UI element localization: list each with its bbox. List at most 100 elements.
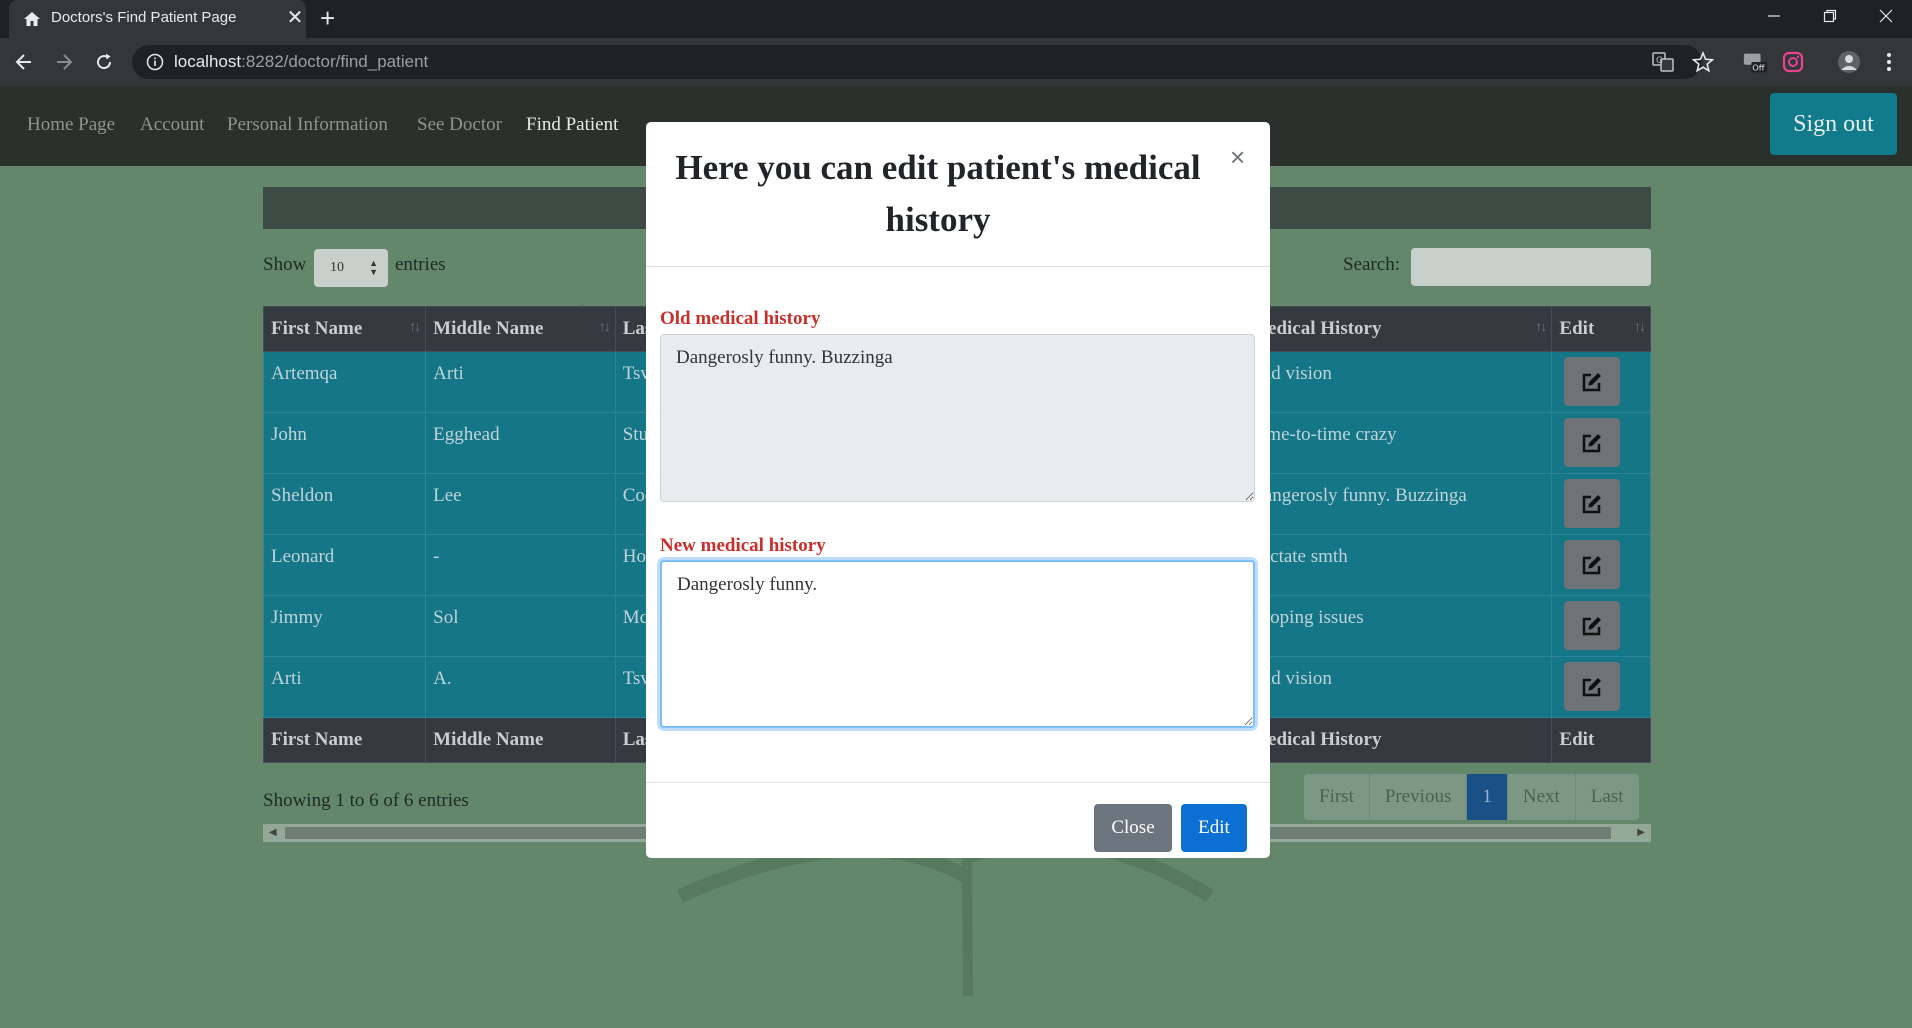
translate-icon[interactable]: G <box>1650 49 1676 75</box>
modal-close-icon[interactable]: × <box>1230 142 1245 173</box>
cell-edit <box>1551 595 1651 657</box>
pagination: First Previous 1 Next Last <box>1304 774 1639 820</box>
bookmark-star-icon[interactable] <box>1690 49 1716 75</box>
edit-pencil-icon <box>1583 433 1602 452</box>
page-content: Home Page Account Personal Information S… <box>0 86 1912 1028</box>
select-arrows-icon: ▲ ▼ <box>369 258 378 277</box>
reload-icon[interactable] <box>90 48 118 76</box>
restore-icon[interactable] <box>1802 0 1858 32</box>
cell-middle-name: Arti <box>425 351 616 413</box>
cell-first-name: Sheldon <box>262 473 427 535</box>
cell-medical-history: Pooping issues <box>1242 595 1553 657</box>
edit-pencil-icon <box>1583 372 1602 391</box>
tab-close-icon[interactable]: ✕ <box>283 5 307 31</box>
footer-medical-history: Medical History <box>1242 717 1553 763</box>
modal-header: Here you can edit patient's medical hist… <box>646 122 1270 267</box>
cell-edit <box>1551 656 1651 718</box>
new-tab-icon[interactable]: + <box>320 3 335 33</box>
sort-icon: ↑↓ <box>1535 320 1547 335</box>
page-length-select[interactable]: 10 ▲ ▼ <box>314 249 388 287</box>
address-bar[interactable]: localhost:8282/doctor/find_patient <box>132 45 1702 79</box>
edit-pencil-icon <box>1583 616 1602 635</box>
search-label: Search: <box>1343 254 1400 275</box>
old-history-textarea <box>660 334 1255 502</box>
cell-middle-name: Egghead <box>425 412 616 474</box>
edit-row-button[interactable] <box>1564 418 1621 467</box>
scroll-right-icon[interactable]: ▶ <box>1637 827 1645 838</box>
col-edit[interactable]: Edit ↑↓ <box>1551 306 1651 352</box>
tab-title: Doctors's Find Patient Page <box>51 9 237 26</box>
page-next-button[interactable]: Next <box>1507 774 1576 820</box>
footer-middle-name: Middle Name <box>425 717 616 763</box>
cell-edit <box>1551 412 1651 474</box>
cell-edit <box>1551 534 1651 596</box>
sort-icon: ↑↓ <box>1634 320 1646 335</box>
window-close-icon[interactable] <box>1858 0 1912 32</box>
edit-pencil-icon <box>1583 555 1602 574</box>
modal-edit-button[interactable]: Edit <box>1181 804 1247 852</box>
old-history-label: Old medical history <box>660 308 821 329</box>
profile-avatar-icon[interactable] <box>1836 49 1862 75</box>
cell-edit <box>1551 473 1651 535</box>
footer-edit: Edit <box>1551 717 1651 763</box>
table-info: Showing 1 to 6 of 6 entries <box>263 790 469 811</box>
new-history-label: New medical history <box>660 535 826 556</box>
edit-pencil-icon <box>1583 677 1602 696</box>
sort-icon: ↑↓ <box>409 320 421 335</box>
browser-tab[interactable]: Doctors's Find Patient Page ✕ <box>9 0 306 38</box>
new-history-textarea[interactable] <box>660 560 1255 728</box>
browser-menu-icon[interactable] <box>1876 49 1902 75</box>
search-input[interactable] <box>1411 248 1651 286</box>
footer-first-name: First Name <box>262 717 427 763</box>
url-text: localhost:8282/doctor/find_patient <box>174 52 429 71</box>
cell-medical-history: Dangerosly funny. Buzzinga <box>1242 473 1553 535</box>
browser-tab-strip: Doctors's Find Patient Page ✕ + <box>0 0 1912 38</box>
col-first-name[interactable]: First Name ↑↓ <box>262 306 427 352</box>
nav-personal-information[interactable]: Personal Information <box>227 114 388 136</box>
entries-label: entries <box>395 254 446 275</box>
page-current-button[interactable]: 1 <box>1467 774 1508 820</box>
edit-row-button[interactable] <box>1564 357 1621 406</box>
sign-out-button[interactable]: Sign out <box>1770 93 1897 155</box>
page-length-value: 10 <box>330 260 344 275</box>
col-middle-name[interactable]: Middle Name ↑↓ <box>425 306 616 352</box>
edit-row-button[interactable] <box>1564 479 1621 528</box>
cell-first-name: John <box>262 412 427 474</box>
instagram-extension-icon[interactable] <box>1780 49 1806 75</box>
cell-medical-history: Lactate smth <box>1242 534 1553 596</box>
nav-find-patient[interactable]: Find Patient <box>526 114 618 136</box>
page-previous-button[interactable]: Previous <box>1369 774 1468 820</box>
minimize-icon[interactable] <box>1746 0 1802 32</box>
modal-title: Here you can edit patient's medical hist… <box>675 148 1201 239</box>
cell-middle-name: Lee <box>425 473 616 535</box>
modal-close-button[interactable]: Close <box>1094 804 1172 852</box>
cell-middle-name: A. <box>425 656 616 718</box>
page-last-button[interactable]: Last <box>1575 774 1639 820</box>
cell-first-name: Arti <box>262 656 427 718</box>
cell-middle-name: Sol <box>425 595 616 657</box>
svg-text:Off: Off <box>1752 62 1765 72</box>
modal-footer-divider <box>646 782 1270 783</box>
page-first-button[interactable]: First <box>1304 774 1370 820</box>
extension-off-icon[interactable]: Off <box>1742 49 1768 75</box>
scroll-left-icon[interactable]: ◀ <box>269 827 277 838</box>
cell-medical-history: Bad vision <box>1242 656 1553 718</box>
cell-medical-history: Time-to-time crazy <box>1242 412 1553 474</box>
edit-history-modal: Here you can edit patient's medical hist… <box>646 122 1270 858</box>
nav-account[interactable]: Account <box>140 114 204 136</box>
cell-first-name: Leonard <box>262 534 427 596</box>
back-icon[interactable] <box>10 48 38 76</box>
nav-home-page[interactable]: Home Page <box>27 114 115 136</box>
cell-edit <box>1551 351 1651 413</box>
site-info-icon[interactable] <box>146 53 164 71</box>
nav-see-doctor[interactable]: See Doctor <box>417 114 502 136</box>
edit-row-button[interactable] <box>1564 662 1621 711</box>
browser-toolbar: localhost:8282/doctor/find_patient G Off <box>0 38 1912 86</box>
edit-row-button[interactable] <box>1564 601 1621 650</box>
forward-icon[interactable] <box>50 48 78 76</box>
svg-text:G: G <box>1656 56 1663 66</box>
edit-row-button[interactable] <box>1564 540 1621 589</box>
home-icon <box>24 12 40 26</box>
col-medical-history[interactable]: Medical History ↑↓ <box>1242 306 1553 352</box>
cell-first-name: Jimmy <box>262 595 427 657</box>
